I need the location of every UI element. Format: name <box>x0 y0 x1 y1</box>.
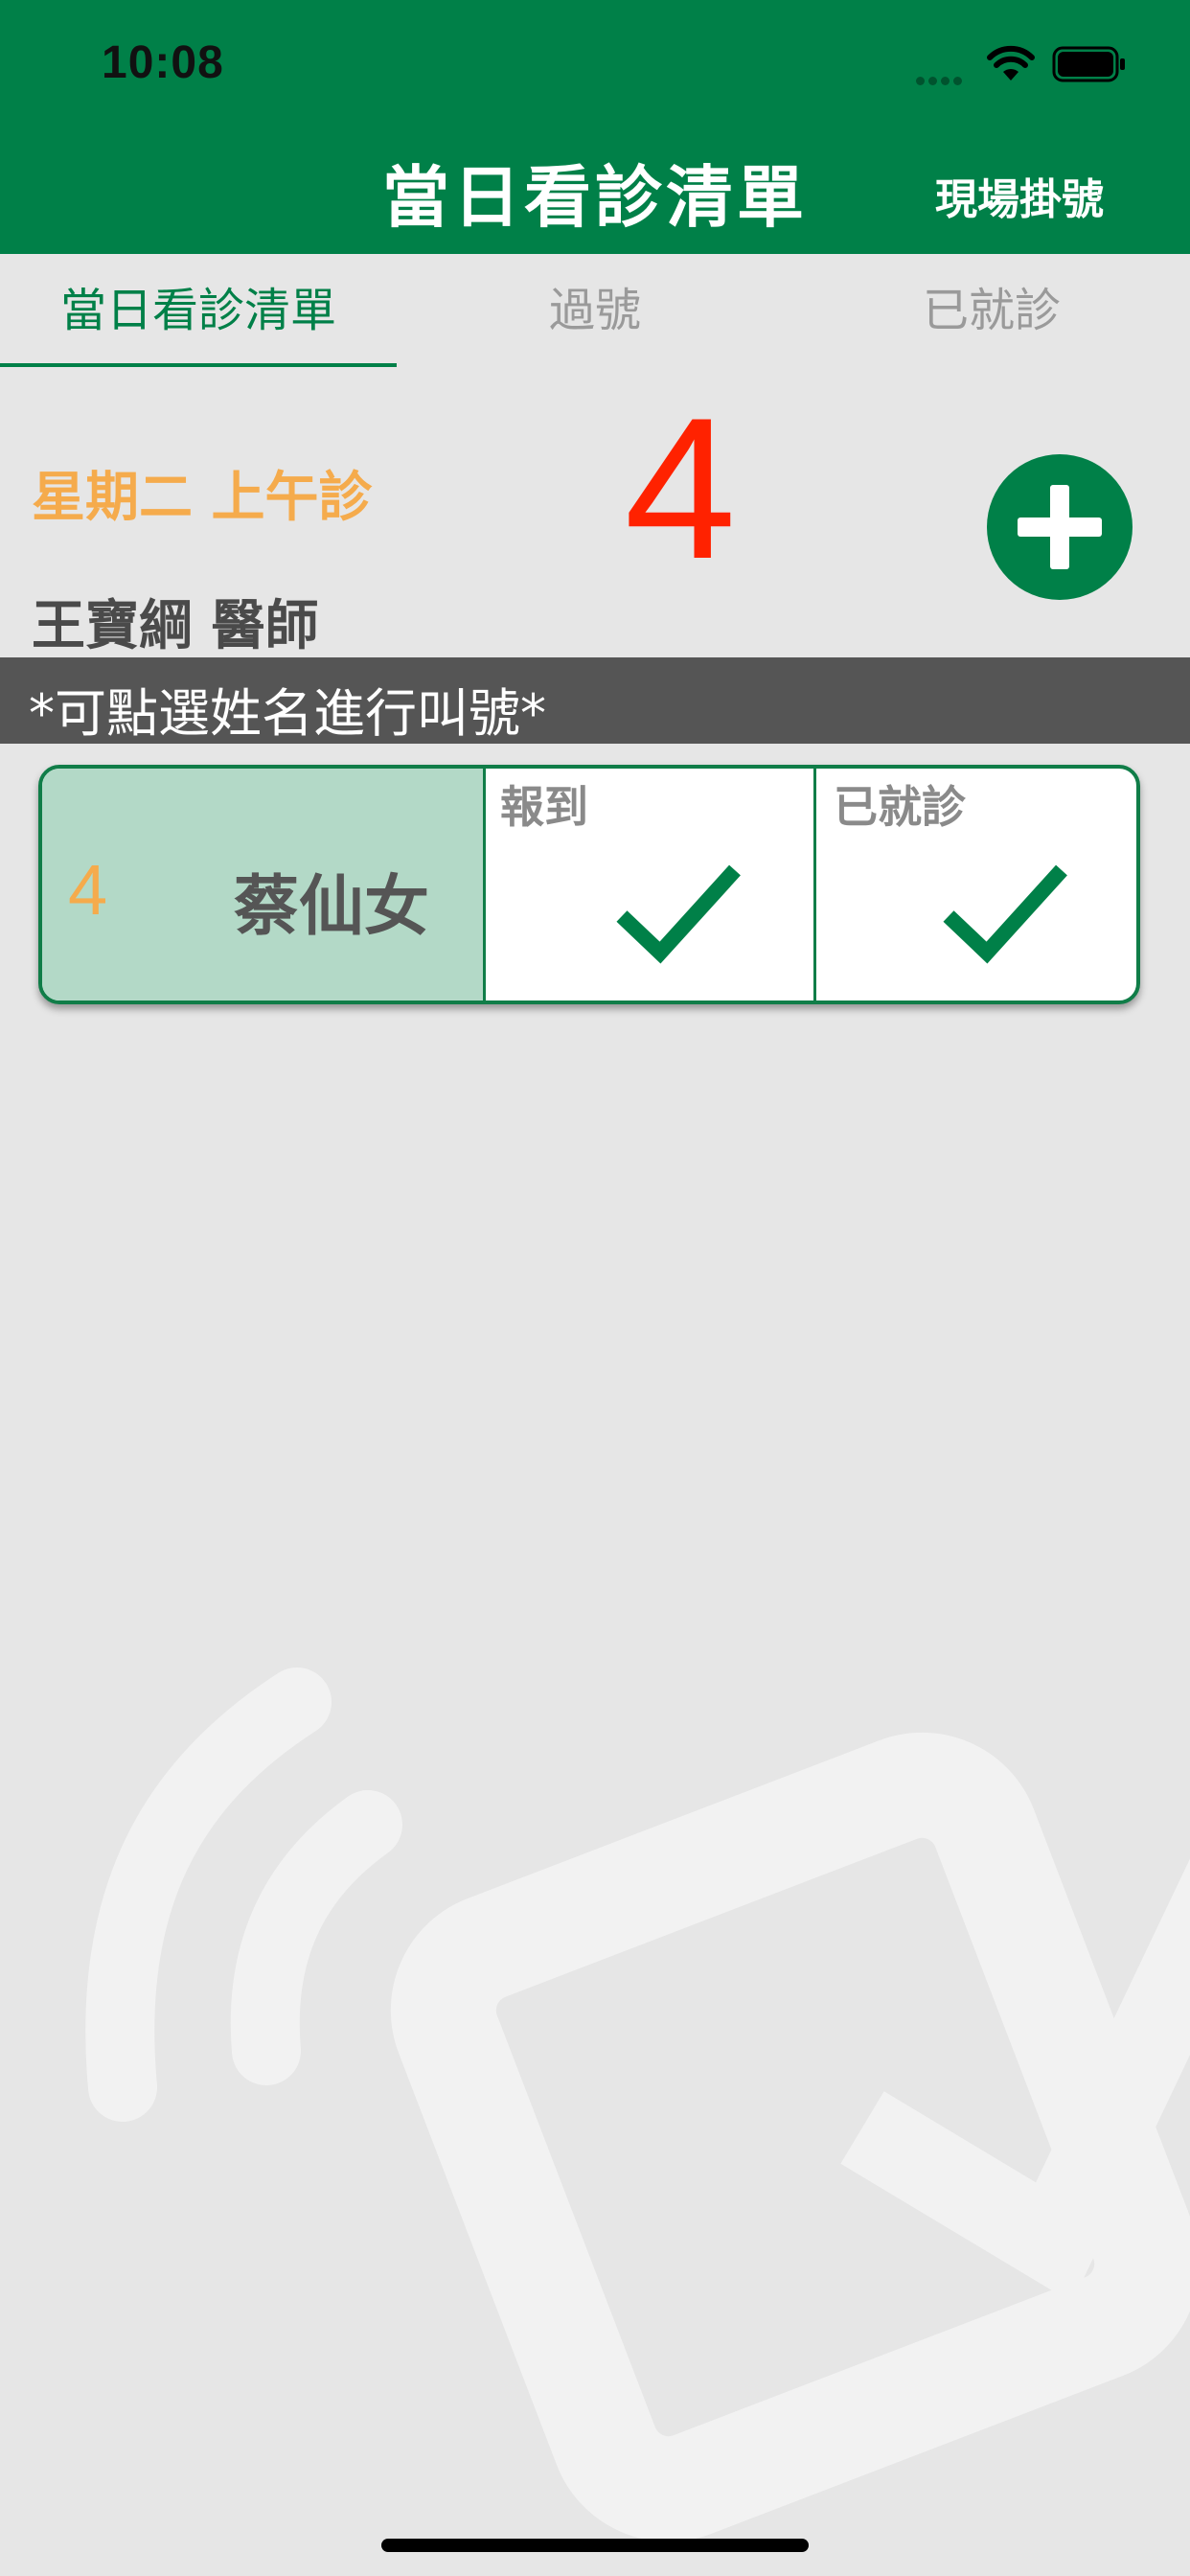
checkmark-icon <box>943 864 1067 964</box>
home-indicator[interactable] <box>381 2539 809 2552</box>
status-time: 10:08 <box>102 37 224 88</box>
patient-name[interactable]: 蔡仙女 <box>234 853 429 948</box>
wifi-icon <box>987 45 1035 80</box>
patient-queue-number: 4 <box>68 850 108 930</box>
background-illustration <box>85 1668 1190 2542</box>
checkmark-icon <box>616 864 741 964</box>
hint-bar: *可點選姓名進行叫號* <box>0 657 1190 744</box>
checkin-toggle[interactable]: 報到 <box>483 769 816 1000</box>
patient-call-area[interactable]: 4 蔡仙女 <box>42 769 486 1000</box>
app-header: 10:08 當日看診清單 現場掛號 <box>0 0 1190 254</box>
visited-label: 已就診 <box>834 781 966 833</box>
tab-missed[interactable]: 過號 <box>397 254 793 367</box>
add-patient-button[interactable] <box>987 454 1133 600</box>
battery-icon <box>1052 46 1125 82</box>
tab-today-list[interactable]: 當日看診清單 <box>0 254 397 367</box>
cellular-signal-icon <box>916 71 966 89</box>
current-call-number: 4 <box>624 376 737 601</box>
hint-text: *可點選姓名進行叫號* <box>29 683 546 744</box>
walk-in-registration-button[interactable]: 現場掛號 <box>935 165 1104 226</box>
active-tab-indicator <box>0 363 397 367</box>
visited-toggle[interactable]: 已就診 <box>816 769 1136 1000</box>
session-label: 星期二 上午診 <box>32 467 373 529</box>
tab-bar: 當日看診清單 過號 已就診 <box>0 254 1190 367</box>
checkin-label: 報到 <box>500 781 588 833</box>
doctor-name: 王寶綱 醫師 <box>32 595 319 657</box>
tab-visited[interactable]: 已就診 <box>793 254 1190 367</box>
patient-row: 4 蔡仙女 報到 已就診 <box>38 765 1140 1004</box>
